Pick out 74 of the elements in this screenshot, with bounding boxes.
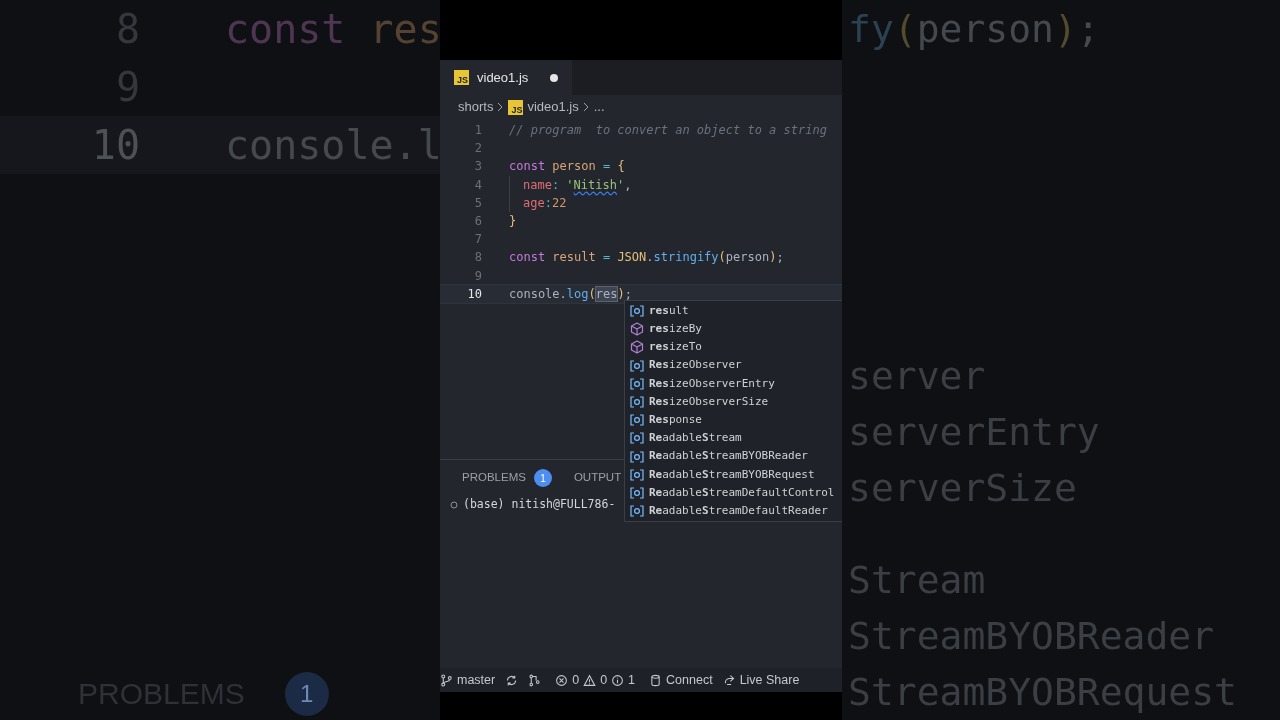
line-number: 9 — [473, 267, 482, 285]
error-icon — [555, 673, 569, 687]
status-item[interactable]: 0 — [583, 670, 608, 690]
suggestion-item[interactable]: ReadableStreamDefaultControl — [625, 483, 842, 503]
variable-icon — [630, 468, 644, 481]
panel-tab[interactable]: OUTPUT — [573, 469, 622, 487]
variable-icon — [630, 432, 644, 445]
status-item[interactable] — [528, 673, 542, 687]
status-item[interactable]: master — [440, 670, 496, 690]
info-icon — [611, 673, 625, 687]
suggestion-item[interactable]: ResizeObserver — [625, 356, 842, 375]
chevron-icon — [497, 102, 505, 112]
suggestion-item[interactable]: ResizeObserverSize — [625, 392, 842, 412]
line-number: 1 — [473, 122, 482, 140]
chevron-icon — [582, 102, 590, 112]
count-badge: 1 — [533, 469, 552, 487]
variable-icon — [630, 450, 644, 463]
suggestion-item[interactable]: ResizeObserverEntry — [625, 374, 842, 393]
suggestion-item[interactable]: ReadableStreamBYOBRequest — [625, 465, 842, 484]
line-number: 8 — [473, 249, 482, 267]
branch-icon — [440, 673, 453, 687]
code-line: age:22 — [523, 194, 567, 212]
graph-icon — [528, 673, 542, 687]
breadcrumb-item[interactable]: ... — [593, 97, 605, 117]
cube-icon — [630, 322, 644, 337]
suggestion-item[interactable]: ReadableStream — [625, 429, 842, 448]
variable-icon — [630, 486, 644, 499]
line-number: 5 — [473, 194, 482, 212]
breadcrumb-item[interactable]: video1.js — [527, 97, 579, 117]
code-line: // program to convert an object to a string — [509, 122, 827, 140]
code-line: console.log(res); — [509, 285, 632, 303]
line-number: 10 — [90, 121, 140, 170]
variable-icon — [630, 414, 644, 427]
code-line: const person = { — [509, 158, 625, 176]
javascript-file-icon: JS — [508, 99, 524, 115]
sync-icon — [505, 673, 519, 687]
status-item[interactable]: Live Share — [722, 670, 800, 690]
cube-icon — [630, 340, 644, 355]
editor-tab[interactable]: JS video1.js — [440, 60, 573, 95]
variable-icon — [630, 396, 644, 409]
suggestion-item[interactable]: resizeBy — [625, 320, 842, 339]
suggestion-item[interactable]: result — [625, 302, 842, 321]
status-item[interactable]: 0 — [555, 670, 580, 690]
terminal-line: (base) nitish@FULL786- — [463, 496, 616, 513]
count-badge: 1 — [284, 671, 329, 716]
code-line: } — [509, 213, 517, 231]
code-line: const result = JSON.stringify(person); — [509, 249, 784, 267]
code-line: fy(person); — [847, 6, 1101, 53]
suggestion-item[interactable]: resizeTo — [625, 338, 842, 357]
breadcrumb-item[interactable]: shorts — [458, 97, 494, 117]
suggestion-item[interactable]: ReadableStreamDefaultReader — [625, 502, 842, 521]
line-number: 4 — [473, 176, 482, 194]
variable-icon — [630, 359, 644, 372]
line-number: 3 — [473, 158, 482, 176]
variable-icon — [630, 505, 644, 518]
variable-icon — [630, 377, 644, 390]
status-item[interactable]: Connect — [649, 670, 713, 690]
suggestion-item[interactable]: ReadableStreamBYOBReader — [625, 447, 842, 466]
warning-icon — [583, 673, 597, 687]
line-number: 2 — [473, 140, 482, 158]
code-line: const res — [225, 5, 440, 54]
status-item[interactable] — [505, 673, 519, 687]
javascript-file-icon: JS — [454, 70, 469, 85]
line-number: 6 — [473, 213, 482, 231]
code-line: name: 'Nitish', — [523, 176, 632, 194]
live-share-icon — [722, 673, 736, 687]
line-number: 7 — [473, 231, 482, 249]
line-number: 10 — [466, 285, 482, 303]
panel-tab[interactable]: PROBLEMS — [462, 469, 526, 487]
variable-icon — [630, 305, 644, 318]
suggestion-item[interactable]: Response — [625, 411, 842, 430]
database-icon — [649, 673, 663, 687]
circle-icon — [450, 500, 458, 509]
status-item[interactable]: 1 — [611, 670, 636, 690]
